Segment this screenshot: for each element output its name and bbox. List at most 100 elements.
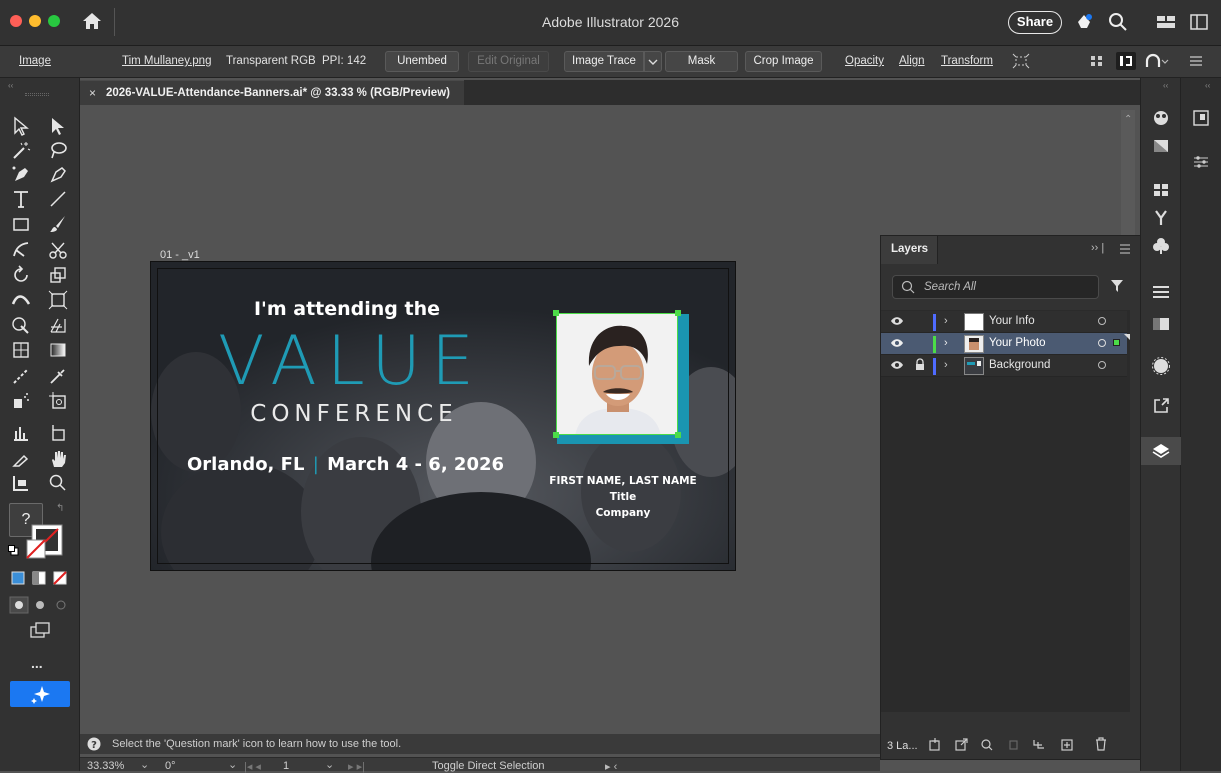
image-trace-dropdown[interactable] — [644, 51, 662, 72]
layers-panel-menu-icon[interactable] — [1119, 244, 1131, 254]
mask-button[interactable]: Mask — [665, 51, 738, 72]
swap-colors-icon[interactable]: ↰ — [56, 503, 64, 514]
opacity-link[interactable]: Opacity — [845, 55, 884, 67]
layer-name[interactable]: Background — [989, 359, 1050, 371]
toolbar-grip[interactable] — [25, 93, 49, 96]
artboard-number-field[interactable]: 1 — [283, 760, 289, 772]
attending-text[interactable]: I'm attending the — [151, 298, 543, 320]
current-tool-status[interactable]: Toggle Direct Selection — [432, 760, 545, 772]
value-wordmark[interactable]: VALUE — [206, 324, 496, 400]
fill-stroke-swatches[interactable] — [26, 524, 66, 560]
scale-tool-icon[interactable] — [46, 263, 70, 287]
scroll-up-icon[interactable]: ⌃ — [1124, 114, 1132, 125]
panel-expand-icon[interactable]: ›› | — [1091, 242, 1104, 254]
expand-dock-icon[interactable]: ‹‹ — [1205, 81, 1210, 90]
expand-dock-icon[interactable]: ‹‹ — [1163, 81, 1168, 90]
zoom-window-button[interactable] — [48, 15, 60, 27]
image-trace-button[interactable]: Image Trace — [564, 51, 644, 72]
lock-icon[interactable] — [915, 358, 925, 371]
discover-bulb-icon[interactable] — [1074, 12, 1094, 32]
share-button[interactable]: Share — [1008, 11, 1062, 34]
close-tab-icon[interactable]: × — [89, 86, 96, 100]
selection-tool-icon[interactable] — [9, 114, 33, 138]
color-mode-buttons[interactable] — [11, 571, 69, 585]
selection-handle-br[interactable] — [675, 432, 681, 438]
adjustments-icon[interactable] — [1181, 148, 1221, 176]
edit-toolbar-icon[interactable]: ... — [31, 655, 43, 671]
blend-tool-icon[interactable] — [9, 364, 33, 388]
slice-tool-icon[interactable] — [46, 421, 70, 445]
rotate-tool-icon[interactable] — [9, 263, 33, 287]
crop-image-button[interactable]: Crop Image — [745, 51, 822, 72]
last-artboard-icon[interactable]: ▸ ▸| — [348, 760, 365, 773]
eyedropper-tool-icon[interactable] — [46, 364, 70, 388]
perspective-grid-tool-icon[interactable] — [46, 313, 70, 337]
first-artboard-icon[interactable]: |◂ ◂ — [244, 760, 261, 773]
panel-menu-icon[interactable] — [1189, 55, 1203, 67]
symbol-sprayer-tool-icon[interactable] — [9, 389, 33, 413]
brushes-icon[interactable] — [1141, 204, 1181, 232]
status-menu-arrow-icon[interactable]: ▸ ‹ — [605, 760, 617, 773]
isolate-selected-icon[interactable] — [1012, 53, 1030, 69]
filter-icon[interactable] — [1110, 279, 1124, 293]
change-screen-mode-icon[interactable] — [29, 621, 51, 639]
conference-wordmark[interactable]: CONFERENCE — [209, 401, 499, 427]
gradient-tool-icon[interactable] — [46, 338, 70, 362]
mesh-tool-icon[interactable] — [9, 338, 33, 362]
align-link[interactable]: Align — [899, 55, 925, 67]
visibility-eye-icon[interactable] — [890, 359, 904, 371]
close-window-button[interactable] — [10, 15, 22, 27]
draw-mode-buttons[interactable] — [9, 596, 71, 614]
shaper-tool-icon[interactable] — [9, 238, 33, 262]
transparency-icon[interactable] — [1141, 352, 1181, 380]
hand-tool-icon[interactable] — [46, 447, 70, 471]
width-tool-icon[interactable] — [9, 288, 33, 312]
stroke-icon[interactable] — [1141, 278, 1181, 306]
transform-link[interactable]: Transform — [941, 55, 993, 67]
layers-panel-icon[interactable] — [1141, 437, 1181, 465]
gradient-panel-icon[interactable] — [1141, 310, 1181, 338]
delete-layer-icon[interactable] — [1095, 737, 1107, 751]
linked-file-name[interactable]: Tim Mullaney.png — [122, 55, 211, 67]
grid-view-icon[interactable] — [1089, 53, 1105, 69]
puppet-warp-icon[interactable] — [1145, 53, 1169, 69]
curvature-tool-icon[interactable] — [46, 162, 70, 186]
expand-chevron-icon[interactable]: › — [944, 359, 948, 371]
line-segment-tool-icon[interactable] — [46, 187, 70, 211]
unembed-button[interactable]: Unembed — [385, 51, 459, 72]
selection-indicator[interactable] — [1113, 339, 1120, 346]
swatches-icon[interactable] — [1141, 176, 1181, 204]
artboard-tool-icon[interactable] — [46, 389, 70, 413]
lasso-tool-icon[interactable] — [46, 138, 70, 162]
layer-name[interactable]: Your Info — [989, 315, 1035, 327]
export-asset-icon[interactable] — [1141, 392, 1181, 420]
generative-ai-icon[interactable] — [10, 681, 70, 707]
rotation-field[interactable]: 0° — [165, 760, 176, 772]
direct-selection-tool-icon[interactable] — [46, 114, 70, 138]
type-tool-icon[interactable] — [9, 187, 33, 211]
target-circle-icon[interactable] — [1098, 339, 1106, 347]
visibility-eye-icon[interactable] — [890, 315, 904, 327]
artboard-dropdown-chevron-icon[interactable]: ⌄ — [325, 758, 334, 771]
arrange-documents-icon[interactable] — [1190, 14, 1208, 30]
artboard[interactable]: I'm attending the VALUE CONFERENCE Orlan… — [150, 261, 736, 571]
properties-panel-icon[interactable] — [1181, 104, 1221, 132]
target-circle-icon[interactable] — [1098, 361, 1106, 369]
pen-tool-icon[interactable] — [9, 162, 33, 186]
question-mark-icon[interactable]: ? — [87, 737, 101, 751]
properties-toggle-icon[interactable] — [1116, 52, 1136, 70]
search-icon[interactable] — [1108, 12, 1128, 32]
scissors-tool-icon[interactable] — [46, 238, 70, 262]
default-colors-icon[interactable] — [8, 545, 19, 556]
eraser-tool-icon[interactable] — [9, 447, 33, 471]
target-circle-icon[interactable] — [1098, 317, 1106, 325]
zoom-tool-icon[interactable] — [46, 471, 70, 495]
symbols-icon[interactable] — [1141, 232, 1181, 260]
visibility-eye-icon[interactable] — [890, 337, 904, 349]
selection-handle-tl[interactable] — [553, 310, 559, 316]
document-tab-title[interactable]: 2026-VALUE-Attendance-Banners.ai* @ 33.3… — [106, 87, 450, 99]
event-location-dates[interactable]: Orlando, FL | March 4 - 6, 2026 — [187, 454, 504, 475]
appearance-icon[interactable] — [1141, 104, 1181, 132]
print-tiling-tool-icon[interactable] — [9, 471, 33, 495]
workspace-switcher-icon[interactable] — [1157, 14, 1175, 30]
